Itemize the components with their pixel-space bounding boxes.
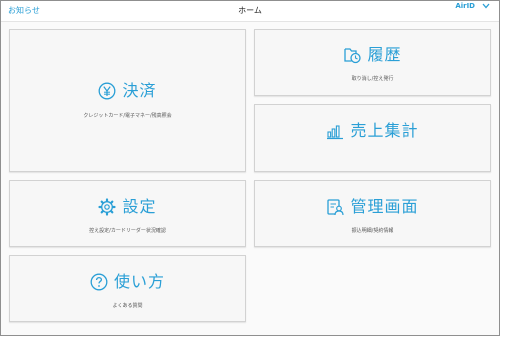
help-subtitle: よくある質問 <box>112 303 143 309</box>
help-label: 使い方 <box>113 272 165 291</box>
account-menu[interactable]: AirID <box>455 2 490 10</box>
history-label: 履歴 <box>367 45 402 64</box>
gear-icon <box>98 198 117 216</box>
payment-tile[interactable]: 決済 クレジットカード/電子マネー/残高照会 <box>9 29 246 172</box>
admin-label: 管理画面 <box>350 197 419 216</box>
yen-icon <box>98 82 116 100</box>
admin-icon <box>326 198 345 216</box>
page-title: ホーム <box>238 6 262 15</box>
help-icon <box>90 273 108 291</box>
settings-subtitle: 控え設定/カードリーダー状況確認 <box>89 228 166 234</box>
home-grid: 決済 クレジットカード/電子マネー/残高照会 履歴 取り消し/控え発行 売上集計… <box>1 22 499 335</box>
settings-label: 設定 <box>122 197 157 216</box>
history-tile[interactable]: 履歴 取り消し/控え発行 <box>254 29 491 96</box>
account-label: AirID <box>455 2 475 10</box>
help-tile[interactable]: 使い方 よくある質問 <box>9 255 246 322</box>
payment-subtitle: クレジットカード/電子マネー/残高照会 <box>83 113 172 119</box>
admin-tile[interactable]: 管理画面 振込明細/契約情報 <box>254 180 491 247</box>
admin-subtitle: 振込明細/契約情報 <box>351 228 394 234</box>
app-window: お知らせ ホーム AirID 決済 クレジットカード/電子マネー/残高照会 履歴… <box>0 0 500 336</box>
chevron-down-icon <box>482 3 490 9</box>
settings-tile[interactable]: 設定 控え設定/カードリーダー状況確認 <box>9 180 246 247</box>
sales-summary-tile[interactable]: 売上集計 <box>254 104 491 172</box>
bar-chart-icon <box>326 122 344 140</box>
history-subtitle: 取り消し/控え発行 <box>351 76 394 82</box>
sales-summary-label: 売上集計 <box>350 121 419 140</box>
history-icon <box>343 46 362 64</box>
payment-label: 決済 <box>122 81 157 100</box>
top-navbar: お知らせ ホーム AirID <box>1 1 499 22</box>
